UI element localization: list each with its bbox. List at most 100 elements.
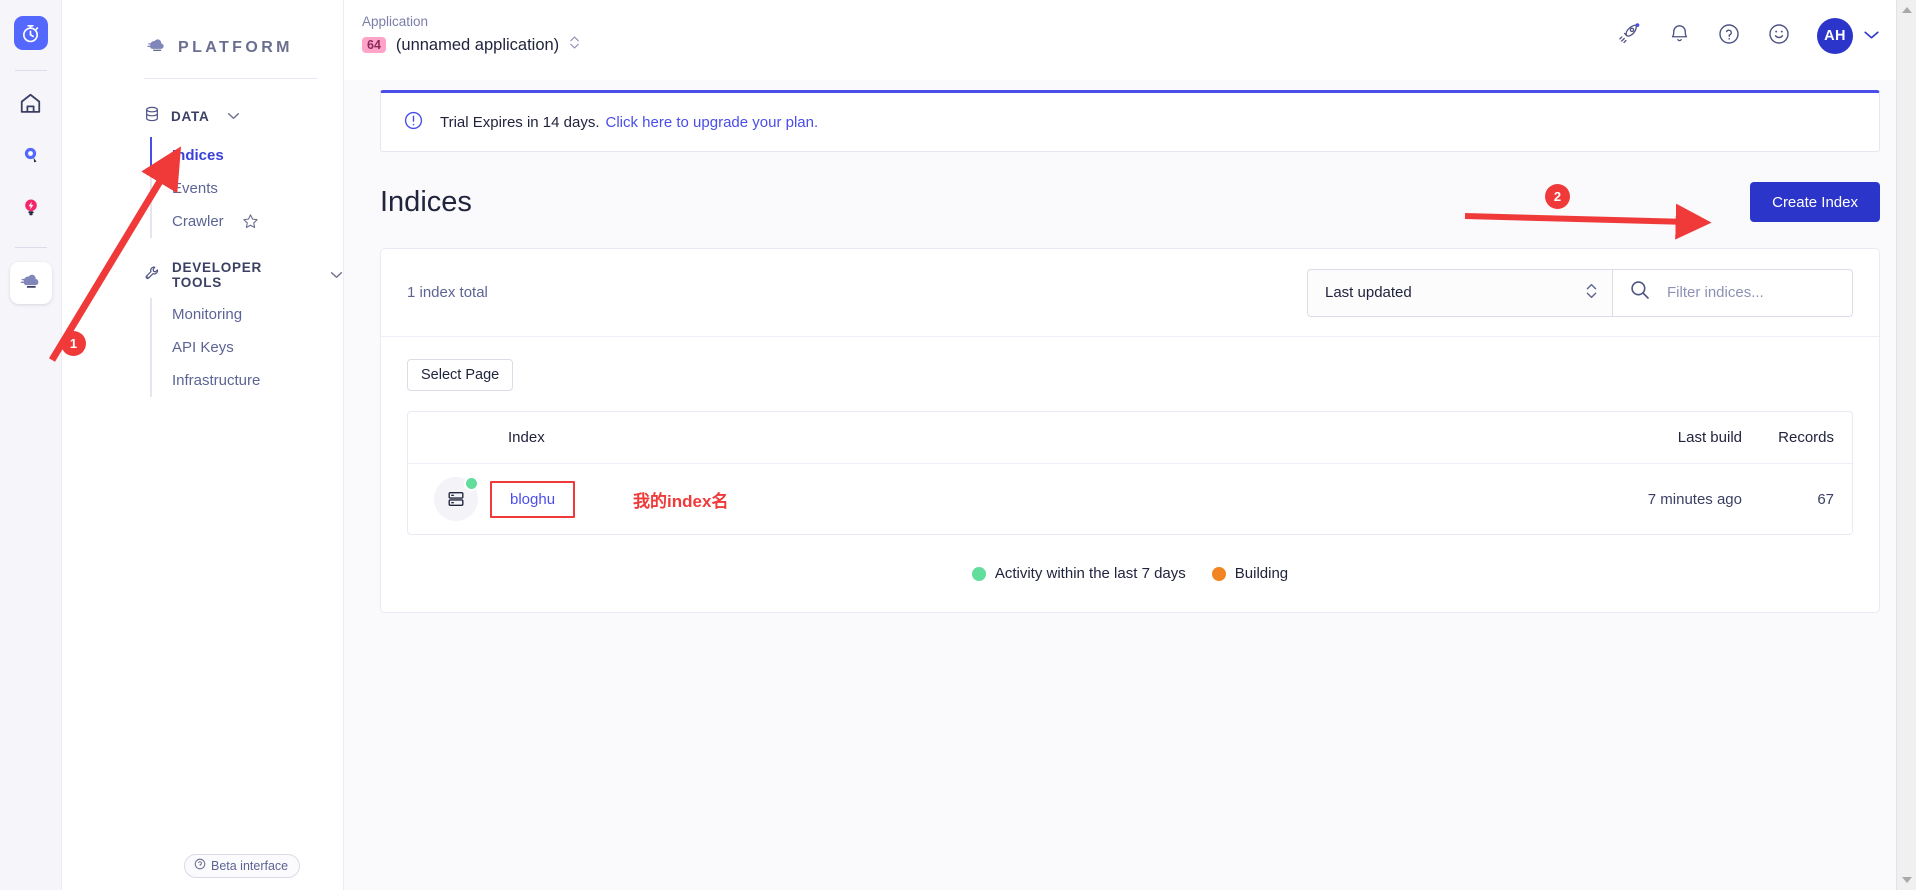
beta-interface-button[interactable]: Beta interface	[184, 854, 301, 878]
cloud-icon	[18, 268, 44, 299]
sidebar-item-label: Events	[172, 180, 218, 197]
nav-section-header-data[interactable]: DATA	[62, 101, 343, 131]
sidebar-item-crawler[interactable]: Crawler	[152, 205, 343, 238]
bell-icon[interactable]	[1668, 22, 1691, 50]
nav-section-label: DEVELOPER TOOLS	[172, 260, 263, 290]
app-root: PLATFORM DATA Indices Events Crawler DEV…	[0, 0, 1916, 890]
legend-label: Building	[1234, 565, 1289, 582]
nav-section-developer-tools: DEVELOPER TOOLS Monitoring API Keys Infr…	[62, 260, 343, 397]
cloud-icon	[144, 35, 168, 62]
sidebar-item-label: Crawler	[172, 213, 224, 230]
chevron-down-icon	[330, 271, 343, 279]
upgrade-plan-link[interactable]: Click here to upgrade your plan.	[606, 114, 819, 131]
application-picker[interactable]: Application 64 (unnamed application)	[362, 14, 580, 57]
nav-section-data: DATA Indices Events Crawler	[62, 101, 343, 238]
legend-label: Activity within the last 7 days	[994, 565, 1186, 582]
page-header: Indices Create Index	[380, 178, 1880, 226]
rail-item-recommend[interactable]	[10, 189, 52, 231]
scroll-down-arrow-icon[interactable]	[1902, 877, 1912, 883]
nav-section-label: DATA	[171, 108, 210, 124]
index-icon-wrap	[434, 476, 479, 521]
sidebar-item-indices[interactable]: Indices	[150, 137, 343, 172]
content: Trial Expires in 14 days. Click here to …	[344, 80, 1916, 890]
beta-label: Beta interface	[211, 858, 289, 873]
trial-banner-text: Trial Expires in 14 days.	[440, 113, 600, 131]
chevron-down-icon	[1863, 27, 1880, 45]
nav-sublist-data: Indices Events Crawler	[150, 137, 343, 238]
select-page-button[interactable]: Select Page	[407, 359, 514, 391]
application-label: Application	[362, 14, 429, 29]
annotation-note-index-name: 我的index名	[633, 491, 729, 511]
wrench-icon	[144, 265, 161, 285]
help-circle-icon[interactable]	[1717, 22, 1741, 51]
legend-item-building: Building	[1211, 565, 1289, 582]
status-dot-active	[464, 476, 479, 491]
database-icon	[144, 106, 160, 126]
indices-table: Index Last build Records bloghu 我的index名…	[407, 411, 1853, 535]
legend-dot-green	[971, 566, 986, 581]
column-header-last-build: Last build	[1677, 429, 1742, 446]
avatar: AH	[1817, 18, 1853, 54]
rail-item-platform[interactable]	[9, 262, 52, 304]
page-title: Indices	[380, 185, 472, 218]
table-row[interactable]: bloghu 我的index名 7 minutes ago 67	[408, 464, 1852, 534]
index-name-link[interactable]: bloghu	[510, 491, 555, 508]
rail-divider-bottom	[14, 247, 47, 248]
nav-sublist-developer-tools: Monitoring API Keys Infrastructure	[150, 298, 343, 397]
up-down-chevrons-icon[interactable]	[569, 33, 580, 57]
search-icon	[1629, 279, 1651, 306]
create-index-button[interactable]: Create Index	[1750, 182, 1880, 222]
search-pin-icon	[19, 144, 43, 173]
sidebar-item-label: API Keys	[172, 339, 234, 356]
indices-table-wrap: Select Page Index Last build Records blo…	[381, 337, 1879, 612]
star-icon[interactable]	[242, 213, 259, 230]
rail-divider-top	[14, 70, 47, 71]
sidebar-item-api-keys[interactable]: API Keys	[152, 331, 343, 364]
rail-item-search[interactable]	[10, 137, 52, 179]
home-icon	[18, 91, 43, 121]
indices-card: 1 index total Last updated Filter indice…	[380, 248, 1880, 613]
annotation-badge-2: 2	[1545, 184, 1570, 209]
topbar: Application 64 (unnamed application) AH	[344, 0, 1916, 80]
main-area: Application 64 (unnamed application) AH …	[344, 0, 1916, 890]
sidebar-divider	[144, 78, 317, 79]
scroll-up-arrow-icon[interactable]	[1902, 7, 1912, 13]
rocket-icon[interactable]	[1617, 21, 1642, 51]
stopwatch-logo-icon[interactable]	[13, 16, 48, 50]
info-circle-icon	[194, 858, 206, 873]
indices-toolbar: 1 index total Last updated	[381, 249, 1879, 337]
chevron-down-icon	[227, 112, 240, 120]
filter-indices-box[interactable]	[1613, 268, 1853, 317]
cell-index: bloghu 我的index名	[408, 476, 1542, 521]
sidebar-item-infrastructure[interactable]: Infrastructure	[152, 364, 343, 397]
brand-label: PLATFORM	[178, 39, 293, 56]
sidebar-item-label: Indices	[172, 147, 224, 164]
smiley-icon[interactable]	[1767, 22, 1791, 51]
toolbar-controls: Last updated	[1307, 268, 1853, 317]
cell-last-build: 7 minutes ago	[1647, 490, 1742, 508]
filter-indices-input[interactable]	[1665, 283, 1838, 302]
cell-records: 67	[1817, 490, 1834, 508]
page-scrollbar[interactable]	[1896, 0, 1916, 890]
sidebar-item-monitoring[interactable]: Monitoring	[152, 298, 343, 331]
rail-item-home[interactable]	[10, 85, 52, 127]
application-name: (unnamed application)	[395, 35, 560, 54]
legend-dot-orange	[1211, 566, 1226, 581]
sort-select[interactable]: Last updated	[1307, 268, 1613, 317]
up-down-chevrons-icon	[1585, 280, 1598, 306]
alert-circle-icon	[403, 110, 424, 135]
application-id-badge: 64	[362, 37, 386, 53]
index-total-label: 1 index total	[407, 284, 488, 301]
sidebar-item-events[interactable]: Events	[152, 172, 343, 205]
user-menu[interactable]: AH	[1817, 18, 1880, 54]
trial-banner: Trial Expires in 14 days. Click here to …	[380, 90, 1880, 152]
sidebar-item-label: Infrastructure	[172, 372, 261, 389]
legend-item-activity: Activity within the last 7 days	[971, 565, 1186, 582]
icon-rail	[0, 0, 62, 890]
table-header-row: Index Last build Records	[408, 412, 1852, 464]
sort-select-value: Last updated	[1325, 284, 1412, 301]
topbar-actions: AH	[1617, 14, 1880, 54]
annotation-badge-1: 1	[61, 331, 86, 356]
status-legend: Activity within the last 7 days Building	[407, 565, 1853, 582]
nav-section-header-developer-tools[interactable]: DEVELOPER TOOLS	[62, 260, 343, 290]
